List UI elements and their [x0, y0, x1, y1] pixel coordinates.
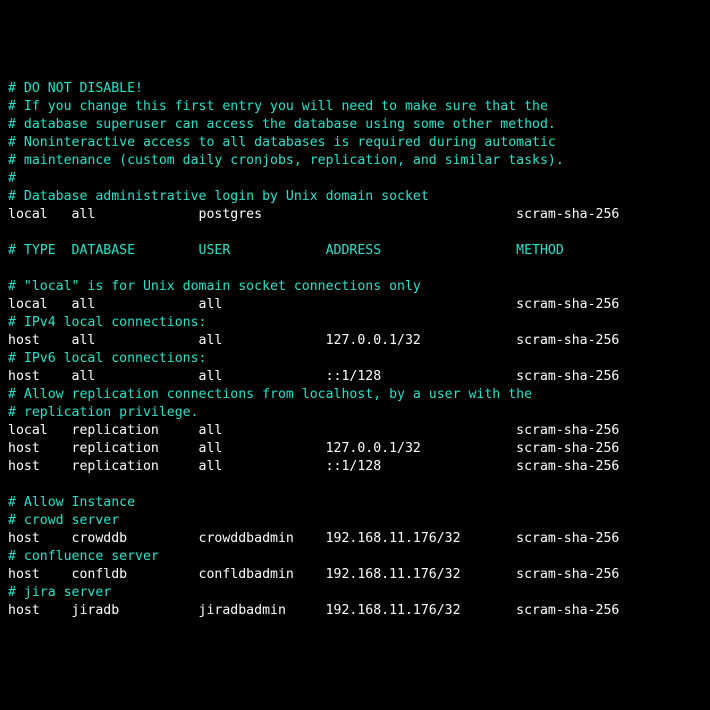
- pg-hba-config-text: # DO NOT DISABLE!# If you change this fi…: [8, 80, 702, 620]
- config-line: # replication privilege.: [8, 404, 702, 422]
- config-line: [8, 476, 702, 494]
- config-line: host replication all ::1/128 scram-sha-2…: [8, 458, 702, 476]
- config-line: local all postgres scram-sha-256: [8, 206, 702, 224]
- config-line: # confluence server: [8, 548, 702, 566]
- config-line: host all all 127.0.0.1/32 scram-sha-256: [8, 332, 702, 350]
- config-line: local replication all scram-sha-256: [8, 422, 702, 440]
- config-line: # Allow replication connections from loc…: [8, 386, 702, 404]
- config-line: [8, 260, 702, 278]
- config-line: # database superuser can access the data…: [8, 116, 702, 134]
- config-line: # DO NOT DISABLE!: [8, 80, 702, 98]
- config-line: host all all ::1/128 scram-sha-256: [8, 368, 702, 386]
- config-line: # crowd server: [8, 512, 702, 530]
- config-line: # "local" is for Unix domain socket conn…: [8, 278, 702, 296]
- config-line: # Noninteractive access to all databases…: [8, 134, 702, 152]
- config-line: [8, 224, 702, 242]
- config-line: # jira server: [8, 584, 702, 602]
- config-line: # maintenance (custom daily cronjobs, re…: [8, 152, 702, 170]
- config-line: # TYPE DATABASE USER ADDRESS METHOD: [8, 242, 702, 260]
- config-line: #: [8, 170, 702, 188]
- config-line: # IPv6 local connections:: [8, 350, 702, 368]
- config-line: # Allow Instance: [8, 494, 702, 512]
- config-line: # Database administrative login by Unix …: [8, 188, 702, 206]
- config-line: # IPv4 local connections:: [8, 314, 702, 332]
- config-line: host confldb confldbadmin 192.168.11.176…: [8, 566, 702, 584]
- config-line: host replication all 127.0.0.1/32 scram-…: [8, 440, 702, 458]
- config-line: local all all scram-sha-256: [8, 296, 702, 314]
- config-line: host jiradb jiradbadmin 192.168.11.176/3…: [8, 602, 702, 620]
- config-line: host crowddb crowddbadmin 192.168.11.176…: [8, 530, 702, 548]
- config-line: # If you change this first entry you wil…: [8, 98, 702, 116]
